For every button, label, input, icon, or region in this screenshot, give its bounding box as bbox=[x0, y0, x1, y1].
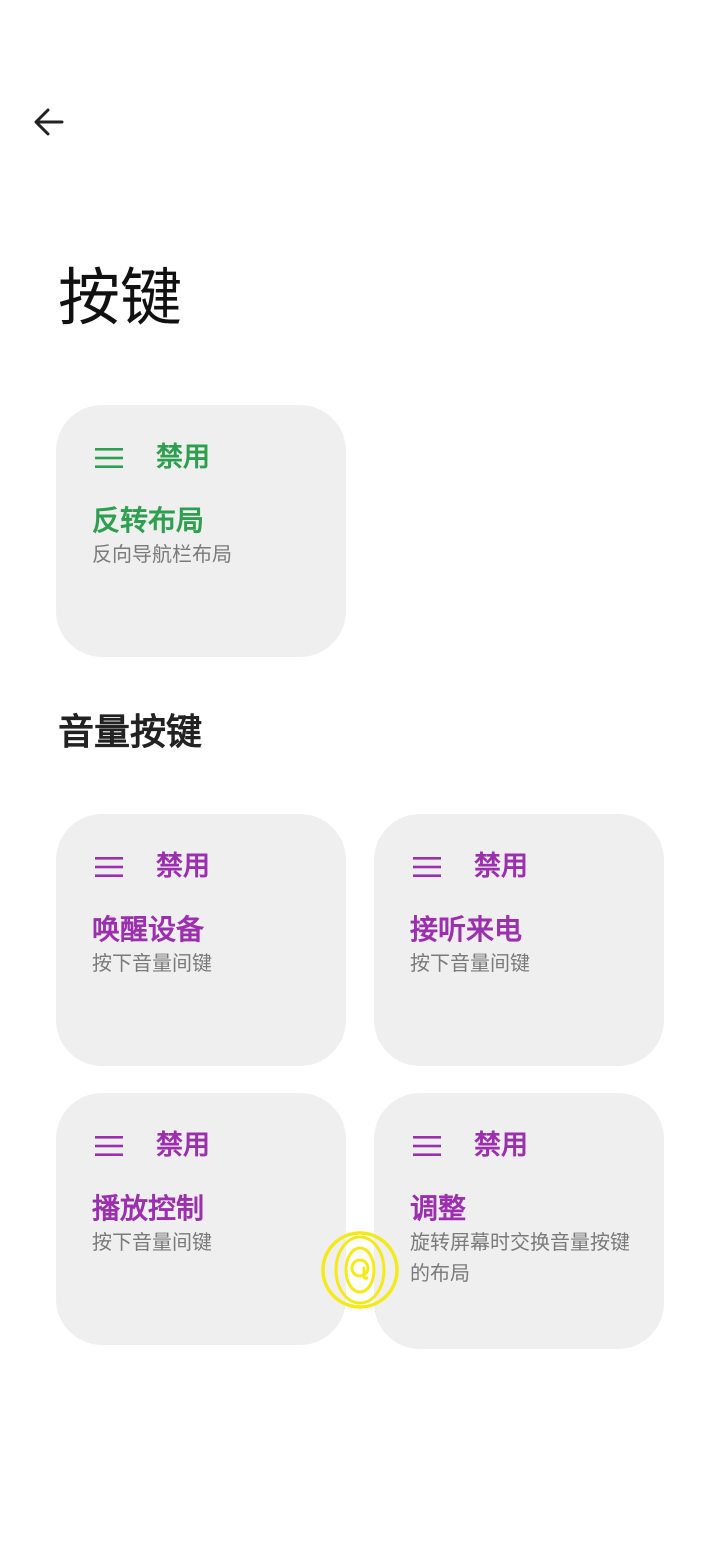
status-label: 禁用 bbox=[156, 1130, 210, 1161]
menu-icon bbox=[413, 1136, 441, 1156]
card-media-control[interactable]: 禁用 播放控制 按下音量间键 bbox=[56, 1093, 346, 1345]
card-header: 禁用 bbox=[94, 1131, 210, 1161]
arrow-left-icon bbox=[34, 108, 64, 136]
back-button[interactable] bbox=[24, 100, 74, 144]
section-title-volume-keys: 音量按键 bbox=[58, 712, 203, 753]
card-answer-call[interactable]: 禁用 接听来电 按下音量间键 bbox=[374, 814, 664, 1066]
card-description: 按下音量间键 bbox=[92, 951, 212, 975]
menu-icon bbox=[413, 857, 441, 877]
card-header: 禁用 bbox=[412, 852, 528, 882]
menu-icon bbox=[95, 857, 123, 877]
settings-page: 按键 禁用 反转布局 反向导航栏布局 音量按键 禁用 唤醒设备 按下音量间键 禁… bbox=[0, 0, 720, 1560]
card-header: 禁用 bbox=[94, 852, 210, 882]
card-header: 禁用 bbox=[412, 1131, 528, 1161]
card-header: 禁用 bbox=[94, 443, 210, 473]
card-title: 唤醒设备 bbox=[92, 913, 205, 946]
menu-icon bbox=[95, 448, 123, 468]
card-flip-layout[interactable]: 禁用 反转布局 反向导航栏布局 bbox=[56, 405, 346, 657]
card-adjust[interactable]: 禁用 调整 旋转屏幕时交换音量按键的布局 bbox=[374, 1093, 664, 1349]
card-title: 调整 bbox=[410, 1192, 467, 1225]
card-description: 旋转屏幕时交换音量按键的布局 bbox=[410, 1230, 630, 1285]
status-label: 禁用 bbox=[474, 851, 528, 882]
card-title: 接听来电 bbox=[410, 913, 523, 946]
card-title: 播放控制 bbox=[92, 1192, 205, 1225]
menu-icon bbox=[95, 1136, 123, 1156]
card-description: 反向导航栏布局 bbox=[92, 542, 232, 566]
status-label: 禁用 bbox=[156, 851, 210, 882]
card-wake-device[interactable]: 禁用 唤醒设备 按下音量间键 bbox=[56, 814, 346, 1066]
status-label: 禁用 bbox=[156, 442, 210, 473]
card-title: 反转布局 bbox=[92, 504, 205, 537]
status-label: 禁用 bbox=[474, 1130, 528, 1161]
card-description: 按下音量间键 bbox=[92, 1230, 212, 1254]
page-title: 按键 bbox=[58, 261, 183, 334]
card-description: 按下音量间键 bbox=[410, 951, 530, 975]
